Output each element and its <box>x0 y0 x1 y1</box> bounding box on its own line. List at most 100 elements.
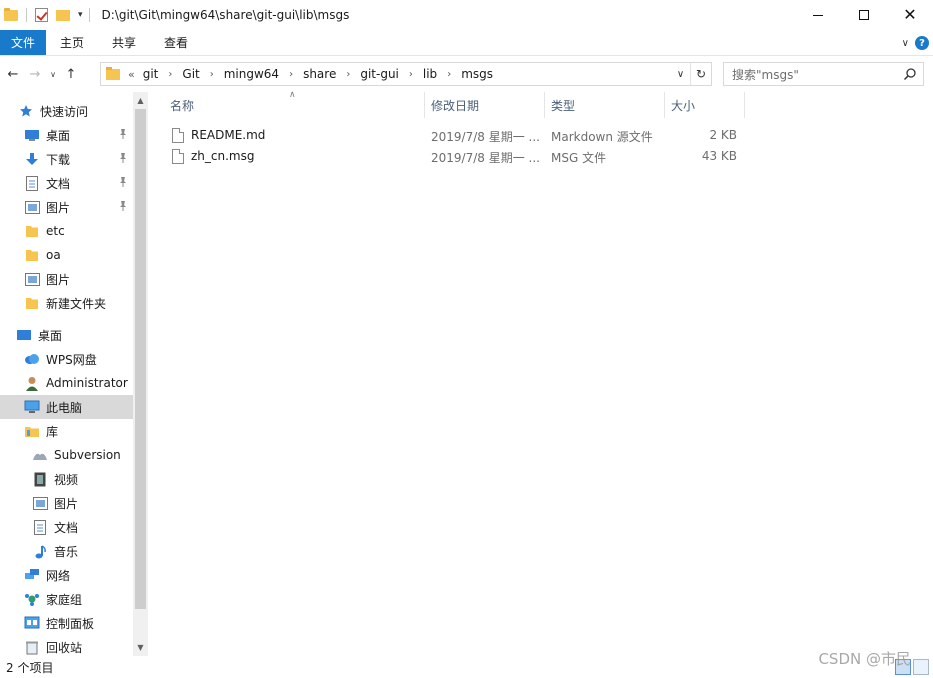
pictures-icon <box>24 271 40 287</box>
file-name: README.md <box>191 128 266 142</box>
nav-item-pictures-lib[interactable]: 图片 <box>32 491 133 515</box>
breadcrumb-overflow[interactable]: « <box>128 68 135 81</box>
tab-file[interactable]: 文件 <box>0 30 47 55</box>
nav-item-wps-cloud[interactable]: WPS网盘 <box>24 347 133 371</box>
close-button[interactable]: ✕ <box>887 0 933 30</box>
nav-item-control-panel[interactable]: 控制面板 <box>24 611 133 635</box>
nav-item-libraries[interactable]: 库 <box>24 419 133 443</box>
nav-item-administrator[interactable]: Administrator <box>24 371 133 395</box>
nav-item-documents-lib[interactable]: 文档 <box>32 515 133 539</box>
arrow-right-icon: → <box>29 66 41 82</box>
nav-item-documents[interactable]: 文档 <box>24 171 133 195</box>
nav-item-etc[interactable]: etc <box>24 219 133 243</box>
minimize-button[interactable] <box>795 0 841 30</box>
nav-item-label: 新建文件夹 <box>46 296 107 311</box>
nav-item-recycle-bin[interactable]: 回收站 <box>24 635 133 656</box>
help-icon[interactable]: ? <box>915 36 929 50</box>
nav-item-label: oa <box>46 248 61 262</box>
status-bar: 2 个项目 <box>0 656 933 678</box>
back-button[interactable]: ← <box>2 63 24 85</box>
new-folder-icon[interactable] <box>56 9 70 21</box>
nav-item-network[interactable]: 网络 <box>24 563 133 587</box>
nav-item-new-folder[interactable]: 新建文件夹 <box>24 291 133 315</box>
file-row[interactable]: README.md 2019/7/8 星期一 ... Markdown 源文件 … <box>166 125 746 146</box>
up-button[interactable]: ↑ <box>60 63 82 85</box>
nav-item-subversion[interactable]: Subversion <box>32 443 133 467</box>
address-history-dropdown-icon[interactable]: ∨ <box>671 63 691 85</box>
window-controls: ✕ <box>795 0 933 30</box>
item-count: 2 个项目 <box>6 660 54 675</box>
nav-item-music[interactable]: 音乐 <box>32 539 133 563</box>
tab-share[interactable]: 共享 <box>98 30 150 55</box>
breadcrumb-item[interactable]: git-gui <box>360 67 399 81</box>
column-header-name[interactable]: 名称 <box>164 92 424 118</box>
pictures-icon <box>32 495 48 511</box>
breadcrumb-separator-icon[interactable]: › <box>409 69 413 80</box>
file-date: 2019/7/8 星期一 ... <box>431 130 540 144</box>
address-bar-controls: ∨ ↻ <box>671 63 711 85</box>
breadcrumb-separator-icon[interactable]: › <box>289 69 293 80</box>
file-row[interactable]: zh_cn.msg 2019/7/8 星期一 ... MSG 文件 43 KB <box>166 146 746 167</box>
column-header-size[interactable]: 大小 <box>665 92 744 118</box>
recycle-bin-icon <box>24 639 40 655</box>
expand-ribbon-chevron-icon[interactable]: ∨ <box>902 38 909 49</box>
breadcrumb-item[interactable]: git <box>143 67 159 81</box>
recent-locations-button[interactable]: ∨ <box>46 63 60 85</box>
network-icon <box>24 567 40 583</box>
nav-item-label: 图片 <box>46 200 71 215</box>
nav-quick-access[interactable]: 快速访问 <box>18 99 133 123</box>
breadcrumb-item[interactable]: Git <box>182 67 199 81</box>
breadcrumb-item[interactable]: lib <box>423 67 437 81</box>
properties-icon[interactable] <box>35 8 48 22</box>
search-input[interactable]: 搜索"msgs" <box>732 66 799 83</box>
desktop-icon <box>24 127 40 143</box>
column-header-date[interactable]: 修改日期 <box>425 92 544 118</box>
nav-item-desktop-root[interactable]: 桌面 <box>16 323 133 347</box>
nav-item-videos[interactable]: 视频 <box>32 467 133 491</box>
close-icon: ✕ <box>903 5 917 24</box>
breadcrumb-item[interactable]: mingw64 <box>224 67 279 81</box>
nav-item-label: 下载 <box>46 152 71 167</box>
breadcrumb-item[interactable]: share <box>303 67 336 81</box>
breadcrumb-item[interactable]: msgs <box>461 67 493 81</box>
scroll-up-icon[interactable]: ▲ <box>133 92 148 109</box>
breadcrumb-separator-icon[interactable]: › <box>447 69 451 80</box>
nav-item-this-pc[interactable]: 此电脑 <box>0 395 133 419</box>
column-header-type[interactable]: 类型 <box>545 92 664 118</box>
breadcrumb-separator-icon[interactable]: › <box>210 69 214 80</box>
customize-toolbar-dropdown-icon[interactable]: ▾ <box>78 10 83 20</box>
breadcrumb-separator-icon[interactable]: › <box>168 69 172 80</box>
forward-button[interactable]: → <box>24 63 46 85</box>
refresh-icon[interactable]: ↻ <box>691 63 711 85</box>
maximize-button[interactable] <box>841 0 887 30</box>
desktop-icon <box>16 327 32 343</box>
nav-item-desktop[interactable]: 桌面 <box>24 123 133 147</box>
scrollbar-thumb[interactable] <box>135 109 146 609</box>
homegroup-icon <box>24 591 40 607</box>
video-icon <box>32 471 48 487</box>
pin-icon <box>120 129 126 139</box>
search-icon[interactable] <box>903 67 917 81</box>
file-icon <box>172 128 184 143</box>
tab-home[interactable]: 主页 <box>46 30 98 55</box>
tab-view[interactable]: 查看 <box>150 30 202 55</box>
breadcrumb-separator-icon[interactable]: › <box>346 69 350 80</box>
nav-scrollbar[interactable]: ▲ ▼ <box>133 92 148 656</box>
nav-item-downloads[interactable]: 下载 <box>24 147 133 171</box>
column-divider[interactable] <box>744 92 745 118</box>
scroll-down-icon[interactable]: ▼ <box>133 639 148 656</box>
search-box[interactable]: 搜索"msgs" <box>723 62 924 86</box>
library-icon <box>24 423 40 439</box>
nav-item-pictures-2[interactable]: 图片 <box>24 267 133 291</box>
nav-item-label: 库 <box>46 424 59 439</box>
large-icons-view-icon[interactable] <box>913 659 929 675</box>
computer-icon <box>24 399 40 415</box>
nav-item-homegroup[interactable]: 家庭组 <box>24 587 133 611</box>
documents-icon <box>24 175 40 191</box>
address-bar[interactable]: « git › Git › mingw64 › share › git-gui … <box>100 62 712 86</box>
nav-item-oa[interactable]: oa <box>24 243 133 267</box>
nav-item-pictures[interactable]: 图片 <box>24 195 133 219</box>
nav-item-label: Subversion <box>54 448 121 462</box>
file-list: ∧ 名称 修改日期 类型 大小 README.md 2019/7/8 星期一 .… <box>148 90 933 656</box>
title-bar: ▾ D:\git\Git\mingw64\share\git-gui\lib\m… <box>0 0 933 30</box>
